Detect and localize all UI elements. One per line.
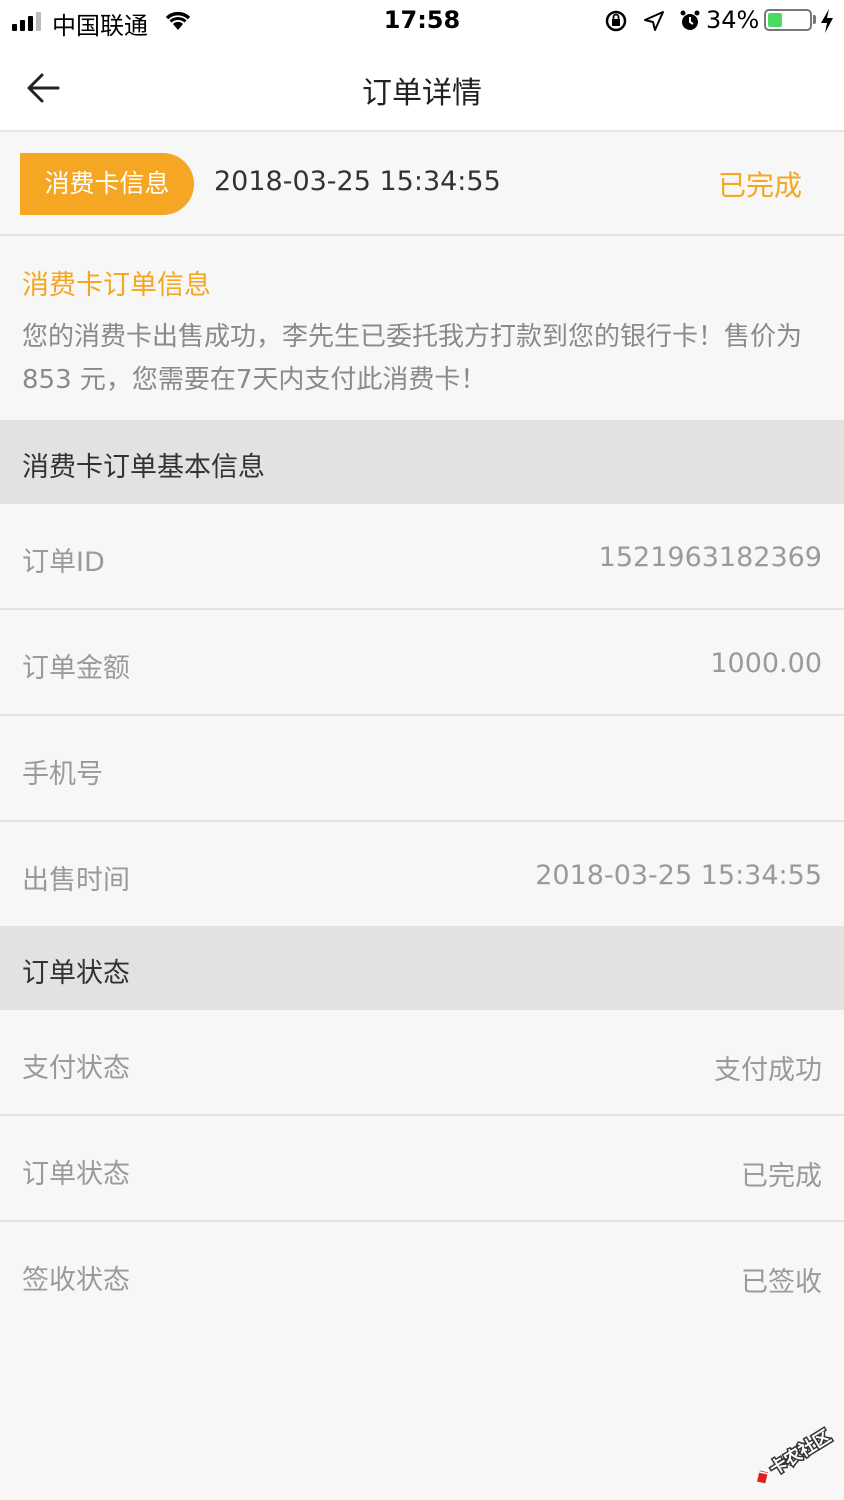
row-label: 手机号 <box>22 759 103 790</box>
row-value: 1521963182369 <box>598 542 822 573</box>
location-icon <box>644 11 664 31</box>
page-title: 订单详情 <box>362 76 482 111</box>
rotation-lock-icon <box>605 10 627 32</box>
battery-level <box>768 13 782 27</box>
svg-text:卡农社区: 卡农社区 <box>766 1426 835 1480</box>
row-payment-status: 支付状态 支付成功 <box>0 1010 844 1116</box>
row-label: 订单ID <box>22 547 105 578</box>
battery-icon <box>764 9 812 31</box>
row-order-status: 订单状态 已完成 <box>0 1116 844 1222</box>
row-value: 1000.00 <box>710 648 822 679</box>
section-title: 订单状态 <box>22 958 130 989</box>
order-status-section-header: 订单状态 <box>0 926 844 1010</box>
row-label: 订单金额 <box>22 653 130 684</box>
row-label: 支付状态 <box>22 1053 130 1084</box>
watermark-logo: 卡农社区 <box>757 1424 836 1484</box>
row-value: 2018-03-25 15:34:55 <box>535 860 822 891</box>
row-value: 支付成功 <box>714 1055 822 1086</box>
row-label: 签收状态 <box>22 1265 130 1296</box>
row-sale-time: 出售时间 2018-03-25 15:34:55 <box>0 822 844 928</box>
battery-percent: 34% <box>706 6 760 34</box>
charging-icon <box>821 9 833 33</box>
row-order-amount: 订单金额 1000.00 <box>0 610 844 716</box>
row-order-id: 订单ID 1521963182369 <box>0 504 844 610</box>
info-title: 消费卡订单信息 <box>22 270 211 301</box>
navigation-bar: 订单详情 <box>0 44 844 132</box>
alarm-icon <box>680 10 700 30</box>
card-info-badge: 消费卡信息 <box>20 153 194 215</box>
order-header: 消费卡信息 2018-03-25 15:34:55 已完成 <box>0 134 844 236</box>
row-phone: 手机号 <box>0 716 844 822</box>
section-title: 消费卡订单基本信息 <box>22 452 265 483</box>
row-value: 已签收 <box>741 1267 822 1298</box>
row-receipt-status: 签收状态 已签收 <box>0 1222 844 1328</box>
order-info-block: 消费卡订单信息 您的消费卡出售成功，李先生已委托我方打款到您的银行卡！售价为 8… <box>0 238 844 420</box>
row-label: 出售时间 <box>22 865 130 896</box>
status-bar: 中国联通 17:58 34% <box>0 0 844 44</box>
order-datetime: 2018-03-25 15:34:55 <box>214 166 501 197</box>
order-status-label: 已完成 <box>717 169 802 202</box>
info-message: 您的消费卡出售成功，李先生已委托我方打款到您的银行卡！售价为 853 元，您需要… <box>22 322 803 395</box>
row-label: 订单状态 <box>22 1159 130 1190</box>
row-value: 已完成 <box>741 1161 822 1192</box>
basic-info-section-header: 消费卡订单基本信息 <box>0 420 844 504</box>
